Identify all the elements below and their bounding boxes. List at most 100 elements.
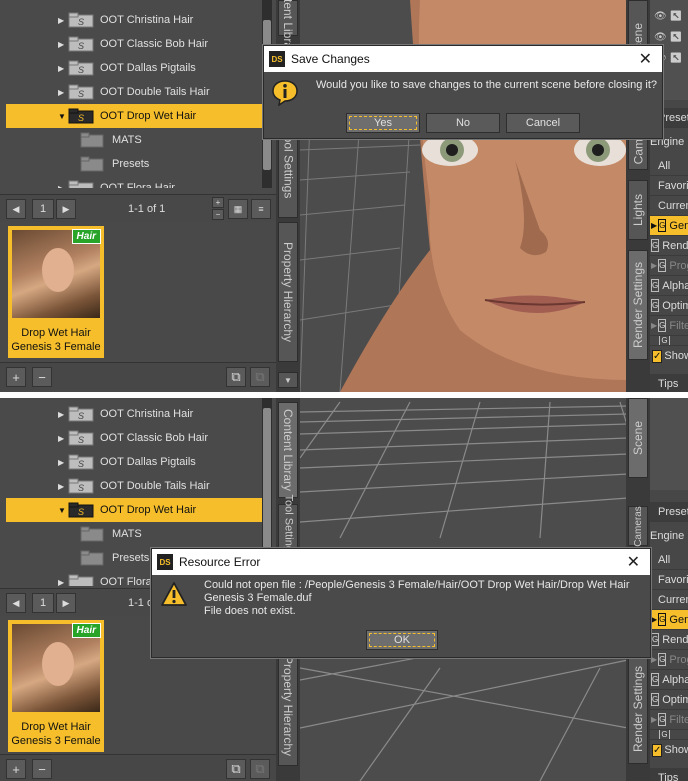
presets-header[interactable]: Presets [650,502,688,522]
close-icon[interactable]: ✕ [627,552,640,572]
collapse-arrow-icon[interactable]: ▼ [58,506,68,515]
row-label: All [658,159,671,172]
tree-item[interactable]: ▶ OOT Flora Hair [6,176,264,188]
filter-all[interactable]: All [650,156,688,176]
tab-cameras[interactable]: Cameras [628,506,648,546]
add-button[interactable]: + [6,759,26,779]
expand-arrow-icon[interactable]: ▶ [58,434,68,443]
group-alpha[interactable]: G Alpha [650,670,688,690]
prev-page-button[interactable]: ◀ [6,199,26,219]
folder-icon [68,180,94,188]
yes-button[interactable]: Yes [346,113,420,133]
product-tile[interactable]: Hair Drop Wet Hair Genesis 3 Female [8,620,104,752]
remove-button[interactable]: − [32,367,52,387]
tab-lights[interactable]: Lights [628,180,648,240]
filter-favorites[interactable]: Favorites [650,570,688,590]
group-render[interactable]: GRender [650,630,688,650]
grid-view-icon[interactable]: ▦ [228,199,248,219]
group-general[interactable]: ▶GGeneral [650,216,688,236]
next-page-button[interactable]: ▶ [56,593,76,613]
paste-icon[interactable]: ⧉ [250,367,270,387]
tree-item[interactable]: ▶ S OOT Double Tails Hair [6,474,264,498]
zoom-out-button[interactable]: − [212,209,224,220]
tree-item[interactable]: ▶ S OOT Christina Hair [6,402,264,426]
tab-tool-settings[interactable]: Tool Settings [278,495,298,557]
top-screenshot: ▶ S OOT Christina Hair ▶ S OOT Classic B… [0,0,688,392]
list-view-icon[interactable]: ≡ [251,199,271,219]
row-label: All [658,553,671,566]
tab-render-settings[interactable]: Render Settings [628,250,648,360]
folder-icon: S [68,36,94,52]
group-alpha[interactable]: G Alpha [650,276,688,296]
folder-icon: S [68,12,94,28]
tree-item[interactable]: MATS [6,128,264,152]
collapse-arrow-icon[interactable]: ▼ [58,112,68,121]
copy-icon[interactable]: ⧉ [226,759,246,779]
expand-arrow-icon[interactable]: ▶ [58,482,68,491]
prev-page-button[interactable]: ◀ [6,593,26,613]
show-checkbox-row[interactable]: ✓ Show [650,346,688,366]
group-optimization[interactable]: GOptimization [650,690,688,710]
ok-button[interactable]: OK [366,630,438,650]
group-filtering[interactable]: ▶GFiltering [650,710,688,730]
tree-item-selected[interactable]: ▼ S OOT Drop Wet Hair [6,498,264,522]
tab-content-library[interactable]: Content Library [278,402,298,498]
remove-button[interactable]: − [32,759,52,779]
expand-arrow-icon[interactable]: ▶ [58,40,68,49]
expand-arrow-icon[interactable]: ▶ [58,410,68,419]
group-progressive[interactable]: ▶GProgressive [650,650,688,670]
filter-all[interactable]: All [650,550,688,570]
tab-property-hierarchy[interactable]: Property Hierarchy [278,646,298,766]
dialog-titlebar: DS Resource Error ✕ [152,549,650,575]
tab-content-library[interactable]: Content Library [278,0,298,59]
expand-arrow-icon[interactable]: ▶ [58,16,68,25]
cancel-button[interactable]: Cancel [506,113,580,133]
scroll-down-icon[interactable]: ▼ [278,372,298,388]
expand-arrow-icon[interactable]: ▶ [58,458,68,467]
no-button[interactable]: No [426,113,500,133]
filter-current[interactable]: Current [650,590,688,610]
paste-icon[interactable]: ⧉ [250,759,270,779]
tab-render-settings[interactable]: Render Settings [628,654,648,764]
tab-label: Content Library [281,408,296,492]
copy-icon[interactable]: ⧉ [226,367,246,387]
expand-arrow-icon[interactable]: ▶ [58,64,68,73]
tree-item[interactable]: ▶ S OOT Christina Hair [6,8,264,32]
close-icon[interactable]: ✕ [639,49,652,69]
expand-arrow-icon[interactable]: ▶ [58,184,68,189]
tree-item[interactable]: Presets [6,152,264,176]
expand-arrow-icon[interactable]: ▶ [58,578,68,587]
tree-item[interactable]: ▶ S OOT Classic Bob Hair [6,32,264,56]
zoom-in-button[interactable]: + [212,197,224,208]
group-render[interactable]: GRender [650,236,688,256]
page-number-field[interactable]: 1 [32,199,54,219]
scrollbar-thumb[interactable] [263,408,271,558]
group-spectral[interactable]: G [650,336,688,346]
page-number-field[interactable]: 1 [32,593,54,613]
tree-item[interactable]: ▶ S OOT Double Tails Hair [6,80,264,104]
tree-item[interactable]: ▶ S OOT Dallas Pigtails [6,56,264,80]
tree-item-selected[interactable]: ▼ S OOT Drop Wet Hair [6,104,264,128]
group-optimization[interactable]: GOptimization [650,296,688,316]
tips-tab[interactable]: Tips [650,374,688,392]
product-tile[interactable]: Hair Drop Wet Hair Genesis 3 Female [8,226,104,358]
checkbox-checked-icon[interactable]: ✓ [652,349,663,363]
tab-property-hierarchy[interactable]: Property Hierarchy [278,222,298,362]
tree-item[interactable]: ▶ S OOT Classic Bob Hair [6,426,264,450]
next-page-button[interactable]: ▶ [56,199,76,219]
tree-item[interactable]: MATS [6,522,264,546]
expand-arrow-icon[interactable]: ▶ [58,88,68,97]
add-button[interactable]: + [6,367,26,387]
group-filtering[interactable]: ▶GFiltering [650,316,688,336]
tab-label: Scene [631,420,645,456]
tab-scene[interactable]: Scene [628,398,648,478]
group-progressive[interactable]: ▶GProgressive [650,256,688,276]
filter-current[interactable]: Current [650,196,688,216]
group-general[interactable]: ▶GGeneral [650,610,688,630]
checkbox-checked-icon[interactable]: ✓ [652,743,663,757]
show-checkbox-row[interactable]: ✓ Show [650,740,688,760]
tips-tab[interactable]: Tips [650,768,688,781]
filter-favorites[interactable]: Favorites [650,176,688,196]
group-spectral[interactable]: G [650,730,688,740]
tree-item[interactable]: ▶ S OOT Dallas Pigtails [6,450,264,474]
